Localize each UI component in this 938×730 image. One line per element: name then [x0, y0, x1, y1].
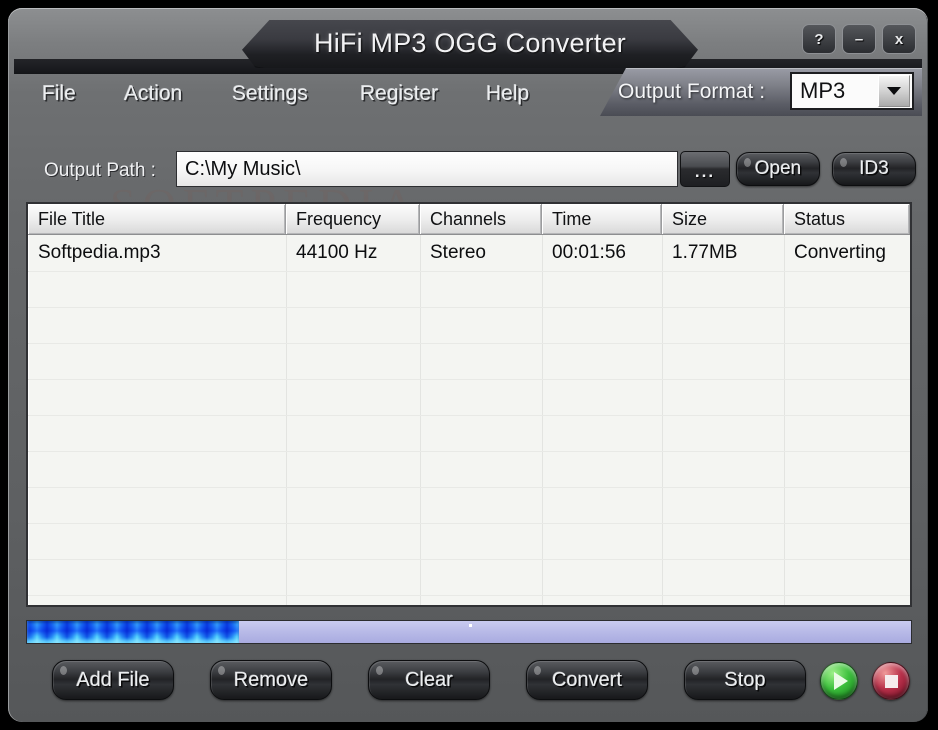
menu-item-settings[interactable]: Settings [232, 82, 308, 106]
cell-size: 1.77MB [672, 242, 738, 263]
output-format-select[interactable]: MP3 [790, 72, 914, 110]
file-list[interactable]: File Title Frequency Channels Time Size … [26, 202, 912, 607]
column-header-file-title[interactable]: File Title [28, 204, 286, 234]
stop-icon[interactable] [872, 662, 910, 700]
chevron-down-icon [878, 75, 910, 107]
column-header-time[interactable]: Time [542, 204, 662, 234]
open-button[interactable]: Open [736, 152, 820, 186]
cell-file-title: Softpedia.mp3 [38, 242, 161, 263]
stop-button[interactable]: Stop [684, 660, 806, 700]
progress-bar-fill [27, 621, 240, 643]
column-header-channels[interactable]: Channels [420, 204, 542, 234]
progress-marker [469, 624, 472, 627]
window-inner: HiFi MP3 OGG Converter ? – x File Action… [14, 12, 922, 716]
column-header-size[interactable]: Size [662, 204, 784, 234]
file-list-header: File Title Frequency Channels Time Size … [28, 204, 910, 235]
clear-button[interactable]: Clear [368, 660, 490, 700]
add-file-button[interactable]: Add File [52, 660, 174, 700]
window-title: HiFi MP3 OGG Converter [314, 28, 626, 58]
cell-status: Converting [794, 242, 886, 263]
column-header-frequency[interactable]: Frequency [286, 204, 420, 234]
browse-button[interactable]: ... [680, 151, 730, 187]
output-format-value: MP3 [800, 78, 846, 103]
menu-item-file[interactable]: File [42, 82, 76, 106]
minimize-button[interactable]: – [842, 24, 876, 54]
play-icon[interactable] [820, 662, 858, 700]
progress-bar [26, 620, 912, 644]
title-bar[interactable]: HiFi MP3 OGG Converter ? – x [14, 12, 922, 74]
menu-item-register[interactable]: Register [360, 82, 438, 106]
table-row[interactable]: Softpedia.mp3 44100 Hz Stereo 00:01:56 1… [28, 235, 910, 271]
help-button[interactable]: ? [802, 24, 836, 54]
close-button[interactable]: x [882, 24, 916, 54]
menu-item-help[interactable]: Help [486, 82, 529, 106]
menu-item-action[interactable]: Action [124, 82, 182, 106]
convert-button[interactable]: Convert [526, 660, 648, 700]
window-controls: ? – x [802, 24, 916, 54]
application-window: HiFi MP3 OGG Converter ? – x File Action… [8, 8, 928, 722]
cell-channels: Stereo [430, 242, 486, 263]
output-format-label: Output Format : [618, 80, 766, 103]
action-button-bar: Add File Remove Clear Convert Stop [14, 650, 922, 720]
id3-button[interactable]: ID3 [832, 152, 916, 186]
output-path-label: Output Path : [44, 160, 156, 181]
output-path-input[interactable]: C:\My Music\ [176, 151, 678, 187]
cell-time: 00:01:56 [552, 242, 626, 263]
remove-button[interactable]: Remove [210, 660, 332, 700]
file-list-gridlines [28, 235, 910, 605]
column-header-status[interactable]: Status [784, 204, 910, 234]
cell-frequency: 44100 Hz [296, 242, 378, 263]
